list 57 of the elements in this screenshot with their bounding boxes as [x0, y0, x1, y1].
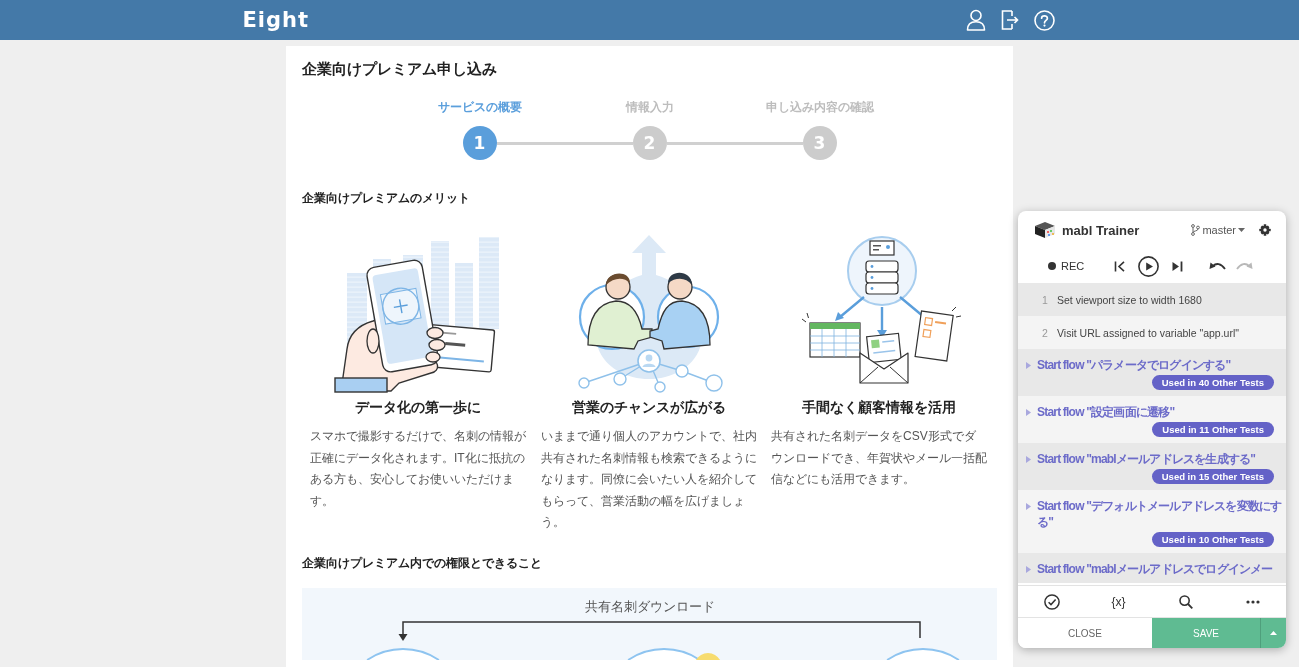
- check-circle-icon[interactable]: [1043, 593, 1060, 610]
- caret-down-icon: [1238, 228, 1245, 232]
- variables-button[interactable]: {x}: [1111, 594, 1126, 609]
- feature-title: データ化の第一歩に: [354, 399, 483, 417]
- step-number: 1: [1042, 293, 1049, 306]
- page-title: 企業向けプレミアム申し込み: [302, 59, 498, 79]
- logo[interactable]: Eight: [239, 7, 310, 33]
- undo-icon[interactable]: [1209, 261, 1227, 271]
- record-dot-icon: [1048, 262, 1056, 270]
- flow-title: Start flow "設定画面に遷移": [1037, 404, 1175, 420]
- logout-icon[interactable]: [1000, 10, 1019, 30]
- step-row[interactable]: Start flow "デフォルトメールアドレスを変数にする" Used in 10 Other Tests: [1018, 490, 1286, 553]
- play-icon[interactable]: [1138, 255, 1160, 277]
- settings-icon[interactable]: [1259, 224, 1271, 236]
- section-heading: 企業向けプレミアム内での権限とできること: [302, 554, 543, 572]
- branch-icon: [1191, 224, 1201, 236]
- feature-description: スマホで撮影するだけで、名刺の情報が正確にデータ化されます。IT化に抵抗のある方も、安心してお使いいただけます。: [310, 428, 527, 510]
- step-number: 2: [1042, 326, 1049, 339]
- step-row[interactable]: Start flow "設定画面に遷移" Used in 11 Other Tests: [1018, 396, 1286, 443]
- skip-forward-icon[interactable]: [1172, 260, 1184, 272]
- cube-icon: [1034, 221, 1056, 239]
- step-row[interactable]: 2 Visit URL assigned to variable "app.url": [1018, 316, 1286, 349]
- step-label: 情報入力: [624, 100, 675, 115]
- feature-description: 共有された名刺データをCSV形式でダウンロードでき、年賀状やメール一括配信などにも活用できます。: [771, 428, 988, 489]
- diagram-label: 共有名刺ダウンロード: [584, 598, 715, 615]
- step-row[interactable]: Start flow "mablメールアドレスでログインメー: [1018, 553, 1286, 583]
- circle-badge-icon: [695, 653, 721, 660]
- usage-badge: Used in 11 Other Tests: [1152, 422, 1274, 437]
- step-row[interactable]: 1 Set viewport size to width 1680: [1018, 283, 1286, 316]
- caret-up-icon: [1270, 631, 1277, 635]
- skip-back-icon[interactable]: [1114, 260, 1126, 272]
- close-button[interactable]: CLOSE: [1018, 618, 1152, 648]
- step-row[interactable]: Start flow "パラメータでログインする" Used in 40 Other Tests: [1018, 349, 1286, 396]
- flow-title: Start flow "パラメータでログインする": [1037, 357, 1231, 373]
- step-label: 申し込み内容の確認: [764, 100, 875, 115]
- flow-title: Start flow "デフォルトメールアドレスを変数にする": [1037, 498, 1282, 530]
- step-number-circle: 1: [462, 126, 497, 160]
- flow-title: Start flow "mablメールアドレスを生成する": [1037, 451, 1256, 467]
- step-label: サービスの概要: [436, 100, 523, 115]
- feature-title: 営業のチャンスが広がる: [570, 399, 727, 417]
- usage-badge: Used in 40 Other Tests: [1151, 375, 1274, 390]
- usage-badge: Used in 15 Other Tests: [1151, 469, 1274, 484]
- person-icon[interactable]: [965, 9, 986, 31]
- trainer-title: mabl Trainer: [1062, 222, 1140, 238]
- step-row[interactable]: Start flow "mablメールアドレスを生成する" Used in 15 Other Tests: [1018, 443, 1286, 490]
- help-icon[interactable]: [1033, 9, 1055, 31]
- feature-description: いままで通り個人のアカウントで、社内共有された名刺情報も検索できるようになります。同僚に会いたい人を紹介してもらって、営業活動の幅を広げましょう。: [540, 428, 757, 532]
- step-text: Visit URL assigned to variable "app.url": [1057, 326, 1239, 339]
- feature-title: 手間なく顧客情報を活用: [801, 399, 958, 417]
- step-text: Set viewport size to width 1680: [1057, 293, 1202, 306]
- more-icon[interactable]: [1245, 599, 1260, 604]
- search-icon[interactable]: [1178, 594, 1193, 609]
- usage-badge: Used in 10 Other Tests: [1151, 532, 1274, 547]
- record-button[interactable]: REC: [1048, 260, 1085, 272]
- branch-selector[interactable]: master: [1191, 224, 1245, 236]
- section-heading: 企業向けプレミアムのメリット: [302, 190, 471, 207]
- flow-title: Start flow "mablメールアドレスでログインメー: [1037, 561, 1273, 577]
